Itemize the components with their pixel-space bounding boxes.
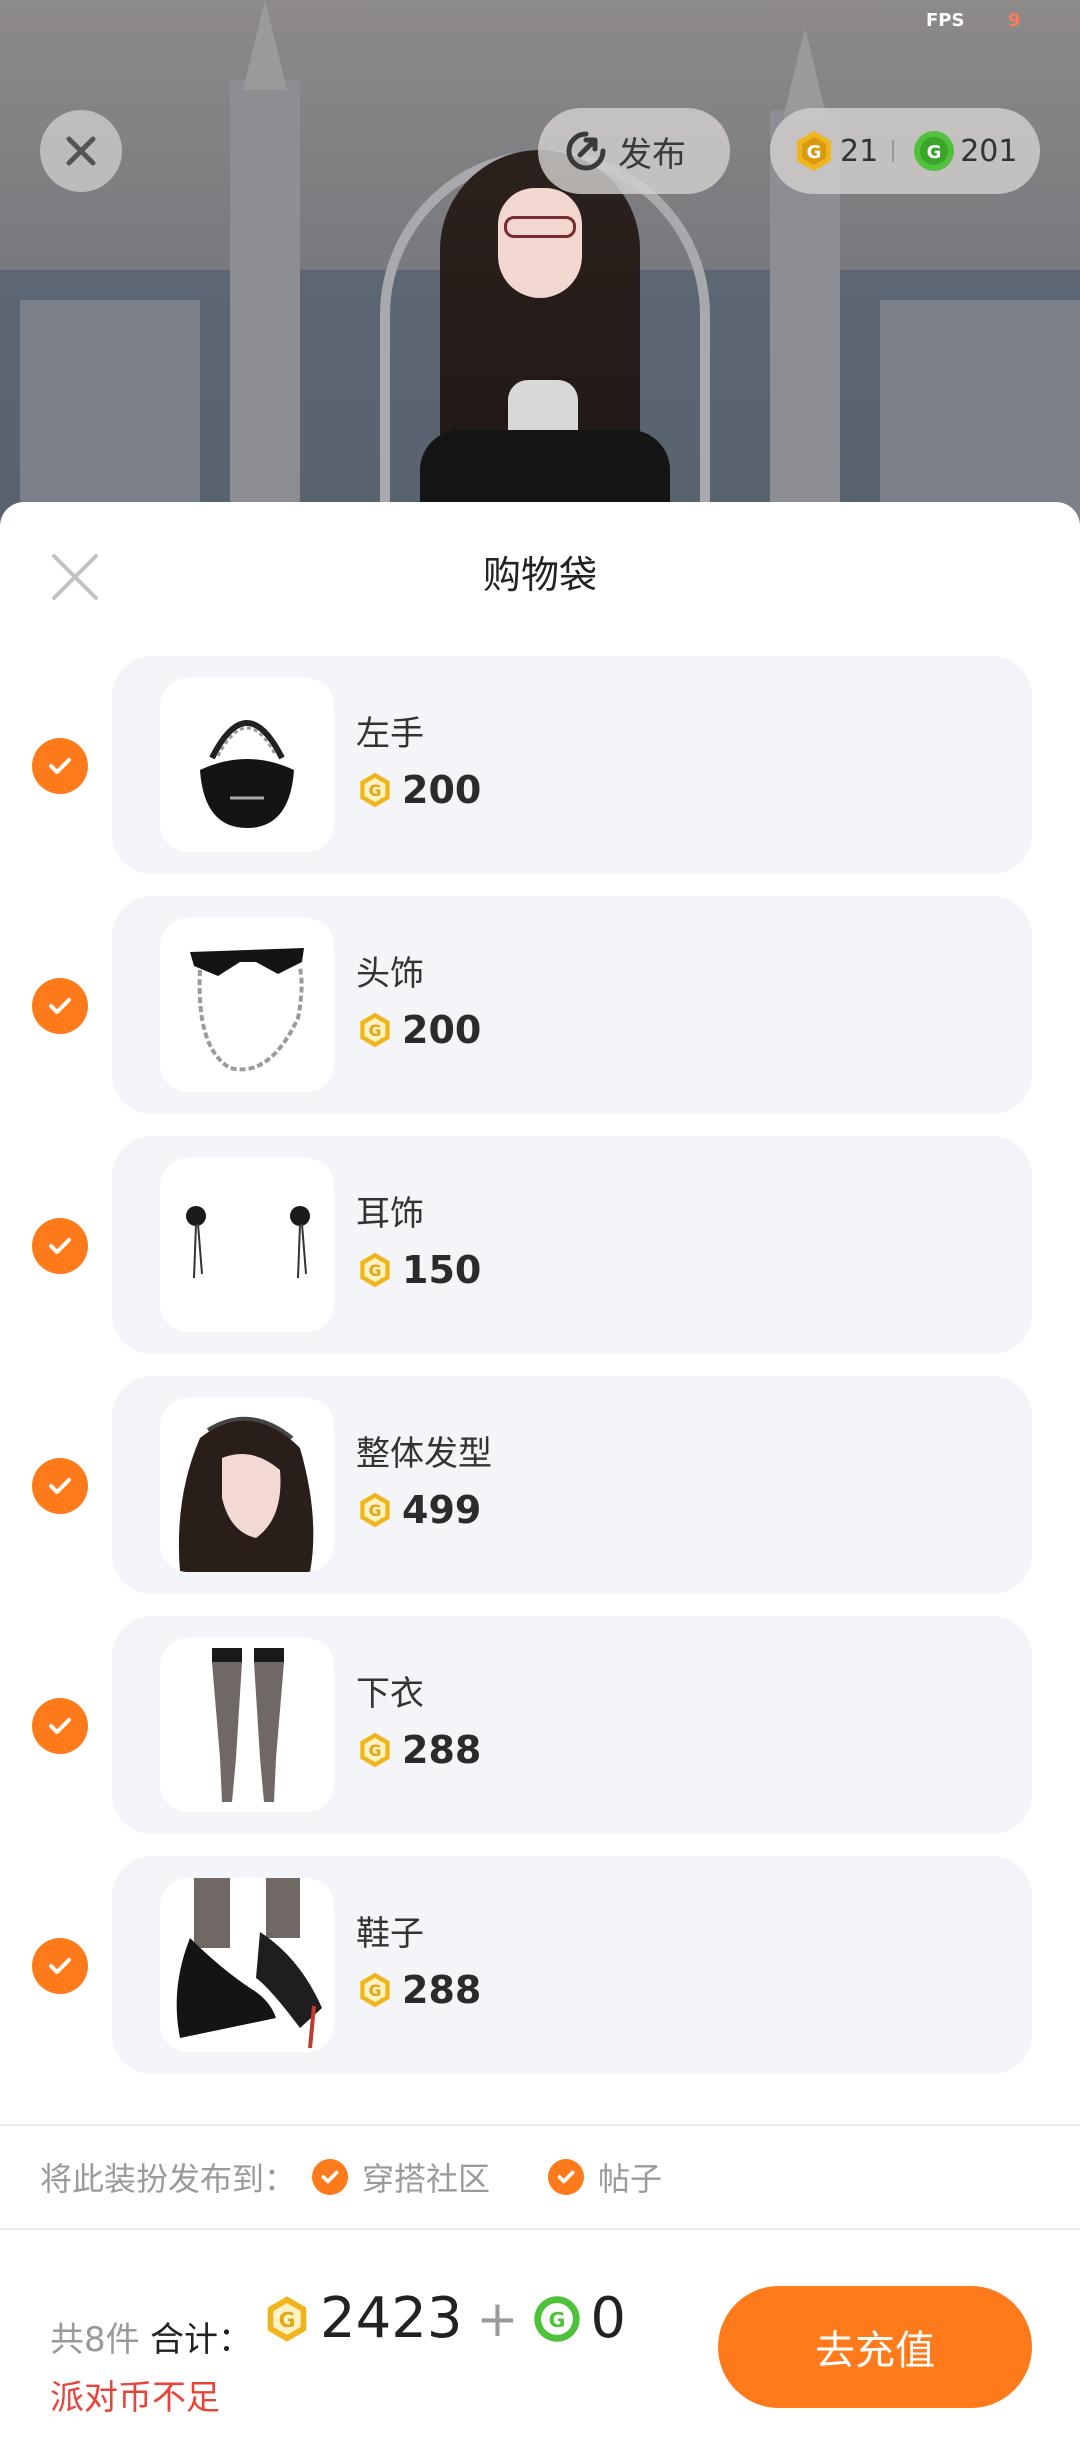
checkmark-icon bbox=[49, 758, 71, 774]
publish-icon bbox=[566, 131, 606, 171]
cart-item[interactable]: 鞋子 G 288 bbox=[112, 1856, 1032, 2074]
svg-text:G: G bbox=[369, 782, 382, 800]
publish-label: 发布 bbox=[618, 134, 686, 175]
plus-sign: + bbox=[476, 2289, 519, 2348]
svg-text:G: G bbox=[549, 2307, 566, 2331]
close-icon bbox=[66, 136, 96, 166]
checkmark-icon bbox=[49, 1718, 71, 1734]
cart-item[interactable]: 头饰 G 200 bbox=[112, 896, 1032, 1114]
green-total: 0 bbox=[590, 2286, 627, 2351]
item-name: 下衣 bbox=[356, 1674, 424, 1714]
gold-coin-icon: G bbox=[797, 131, 831, 171]
cart-item[interactable]: 下衣 G 288 bbox=[112, 1616, 1032, 1834]
total-label: 合计： bbox=[150, 2320, 252, 2360]
cart-item[interactable]: 耳饰 G 150 bbox=[112, 1136, 1032, 1354]
svg-text:G: G bbox=[807, 142, 822, 163]
gold-coin-count: 21 bbox=[840, 133, 879, 169]
checkmark-icon bbox=[557, 2170, 575, 2184]
item-thumbnail bbox=[160, 1398, 334, 1572]
castle-spire bbox=[783, 28, 827, 118]
earrings-icon bbox=[186, 1206, 310, 1279]
item-name: 耳饰 bbox=[356, 1194, 424, 1234]
checkmark-icon bbox=[49, 1958, 71, 1974]
heels-icon bbox=[176, 1878, 322, 2049]
total-amount: G 2423 + G 0 bbox=[262, 2286, 626, 2351]
item-price: G 200 bbox=[356, 768, 481, 812]
hairstyle-icon bbox=[178, 1416, 314, 1572]
gold-total: 2423 bbox=[320, 2286, 463, 2351]
checkmark-icon bbox=[49, 998, 71, 1014]
item-checkbox[interactable] bbox=[32, 1458, 88, 1514]
item-name: 鞋子 bbox=[356, 1914, 424, 1954]
item-name: 整体发型 bbox=[356, 1434, 492, 1474]
svg-text:G: G bbox=[927, 142, 942, 163]
svg-text:G: G bbox=[369, 1262, 382, 1280]
checkmark-icon bbox=[49, 1478, 71, 1494]
green-coin-icon: G bbox=[534, 2295, 581, 2342]
item-price: G 288 bbox=[356, 1968, 481, 2012]
item-price: G 499 bbox=[356, 1488, 481, 1532]
item-price: G 200 bbox=[356, 1008, 481, 1052]
gold-coin-icon: G bbox=[360, 772, 390, 808]
svg-text:G: G bbox=[369, 1982, 382, 2000]
item-thumbnail bbox=[160, 678, 334, 852]
item-name: 左手 bbox=[356, 714, 424, 754]
checkout-bar: 共8件 合计： G 2423 + G 0 派对币不足 去充值 bbox=[0, 2230, 1080, 2460]
post-checkbox[interactable] bbox=[548, 2159, 585, 2195]
gold-coin-icon: G bbox=[360, 1012, 390, 1048]
item-thumbnail bbox=[160, 1638, 334, 1812]
item-price: G 150 bbox=[356, 1248, 481, 1292]
item-count: 共8件 bbox=[50, 2320, 140, 2360]
svg-text:G: G bbox=[369, 1742, 382, 1760]
post-option[interactable]: 帖子 bbox=[598, 2154, 662, 2200]
close-preview-button[interactable] bbox=[40, 110, 122, 192]
black-handbag-icon bbox=[200, 720, 294, 828]
svg-text:G: G bbox=[279, 2307, 296, 2331]
fps-value: 9 bbox=[1008, 10, 1021, 31]
coin-divider bbox=[892, 140, 895, 162]
character-preview-scene: FPS 9 发布 G 21 G 201 bbox=[0, 0, 1080, 540]
cart-item[interactable]: 左手 G 200 bbox=[112, 656, 1032, 874]
gold-coin-icon: G bbox=[360, 1252, 390, 1288]
sunglasses-chain-icon bbox=[190, 948, 304, 1072]
publish-targets: 将此装扮发布到： 穿搭社区 帖子 bbox=[0, 2125, 1080, 2229]
item-checkbox[interactable] bbox=[32, 738, 88, 794]
publish-label: 将此装扮发布到： bbox=[40, 2160, 297, 2198]
green-coin-count: 201 bbox=[960, 133, 1018, 169]
item-checkbox[interactable] bbox=[32, 1218, 88, 1274]
svg-text:G: G bbox=[369, 1022, 382, 1040]
checkmark-icon bbox=[49, 1238, 71, 1254]
gold-coin-icon: G bbox=[360, 1972, 390, 2008]
castle-spire bbox=[243, 0, 287, 90]
item-checkbox[interactable] bbox=[32, 1698, 88, 1754]
community-checkbox[interactable] bbox=[312, 2159, 349, 2195]
gold-coin-icon: G bbox=[360, 1732, 390, 1768]
castle-tower bbox=[230, 80, 300, 540]
publish-button[interactable]: 发布 bbox=[538, 108, 730, 194]
green-coin-icon: G bbox=[914, 131, 955, 171]
item-checkbox[interactable] bbox=[32, 1938, 88, 1994]
item-name: 头饰 bbox=[356, 954, 424, 994]
checkmark-icon bbox=[321, 2170, 339, 2184]
item-thumbnail bbox=[160, 1158, 334, 1332]
item-price: G 288 bbox=[356, 1728, 481, 1772]
item-checkbox[interactable] bbox=[32, 978, 88, 1034]
coin-balance: G 21 G 201 bbox=[770, 108, 1040, 194]
stockings-icon bbox=[212, 1648, 284, 1802]
cart-item[interactable]: 整体发型 G 499 bbox=[112, 1376, 1032, 1594]
community-option[interactable]: 穿搭社区 bbox=[362, 2154, 490, 2200]
recharge-button[interactable]: 去充值 bbox=[718, 2286, 1032, 2408]
item-thumbnail bbox=[160, 1878, 334, 2052]
svg-text:G: G bbox=[369, 1502, 382, 1520]
gold-coin-icon: G bbox=[360, 1492, 390, 1528]
item-thumbnail bbox=[160, 918, 334, 1092]
insufficient-warning: 派对币不足 bbox=[50, 2378, 220, 2418]
fps-label: FPS bbox=[926, 10, 965, 31]
sheet-title: 购物袋 bbox=[482, 553, 597, 597]
gold-coin-icon: G bbox=[267, 2295, 307, 2342]
